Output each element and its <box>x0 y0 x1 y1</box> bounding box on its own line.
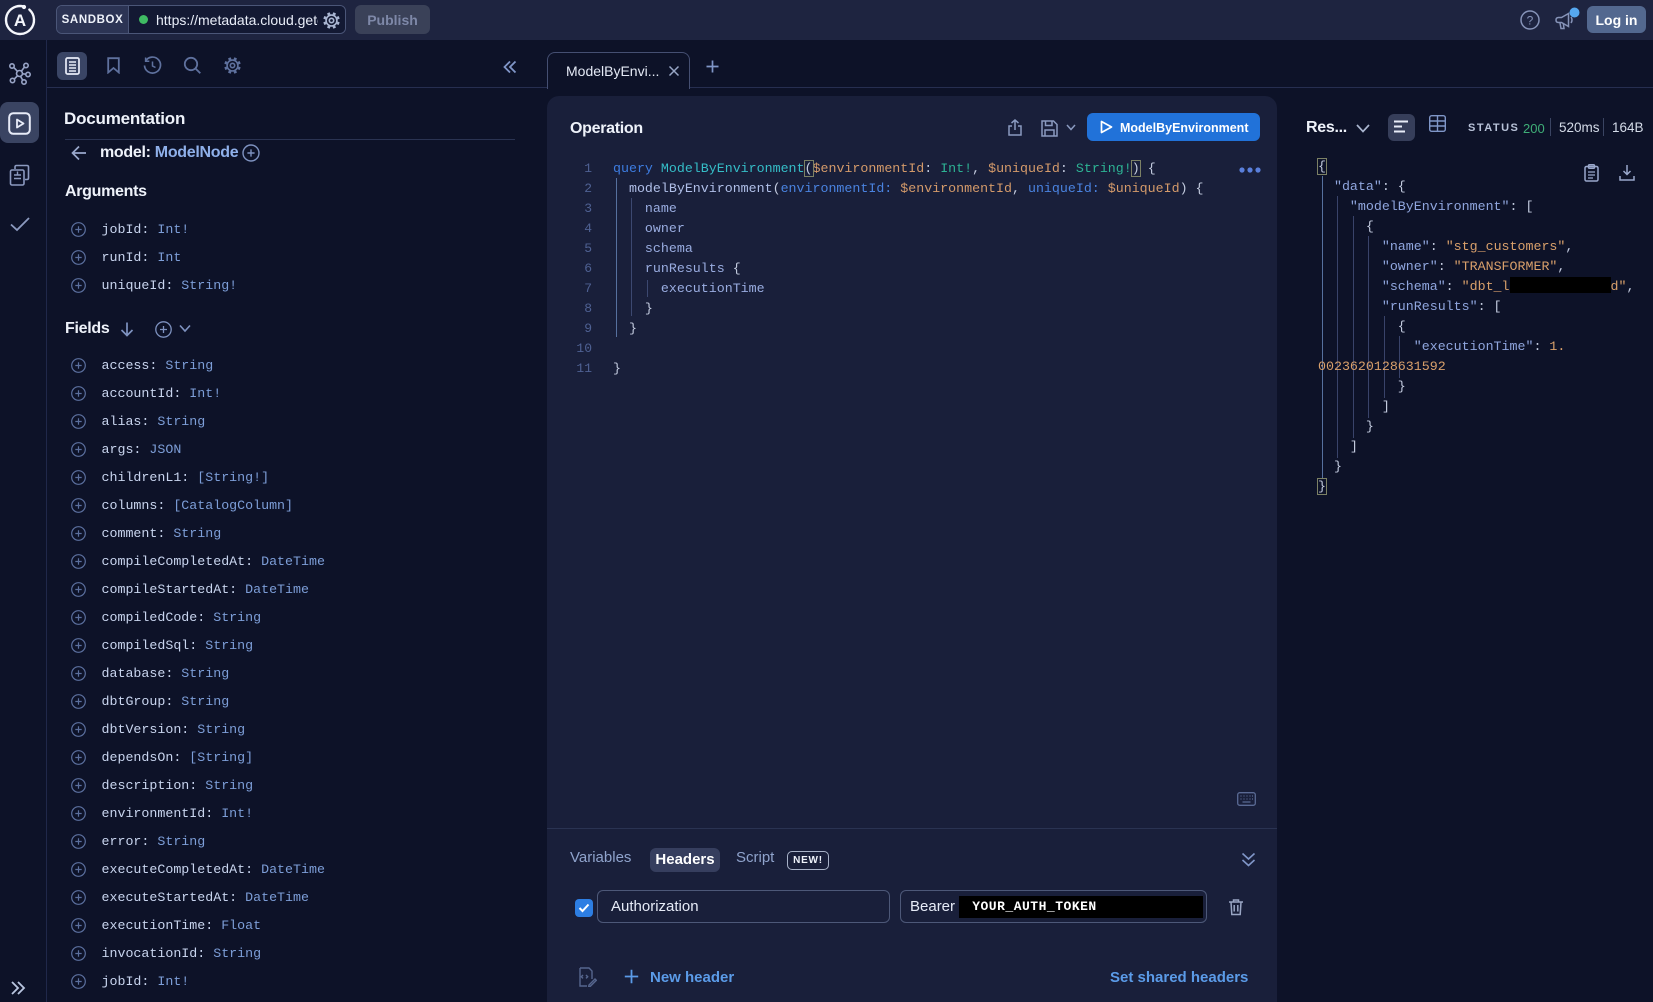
svg-text:A: A <box>14 11 26 30</box>
svg-text:?: ? <box>1527 13 1534 27</box>
